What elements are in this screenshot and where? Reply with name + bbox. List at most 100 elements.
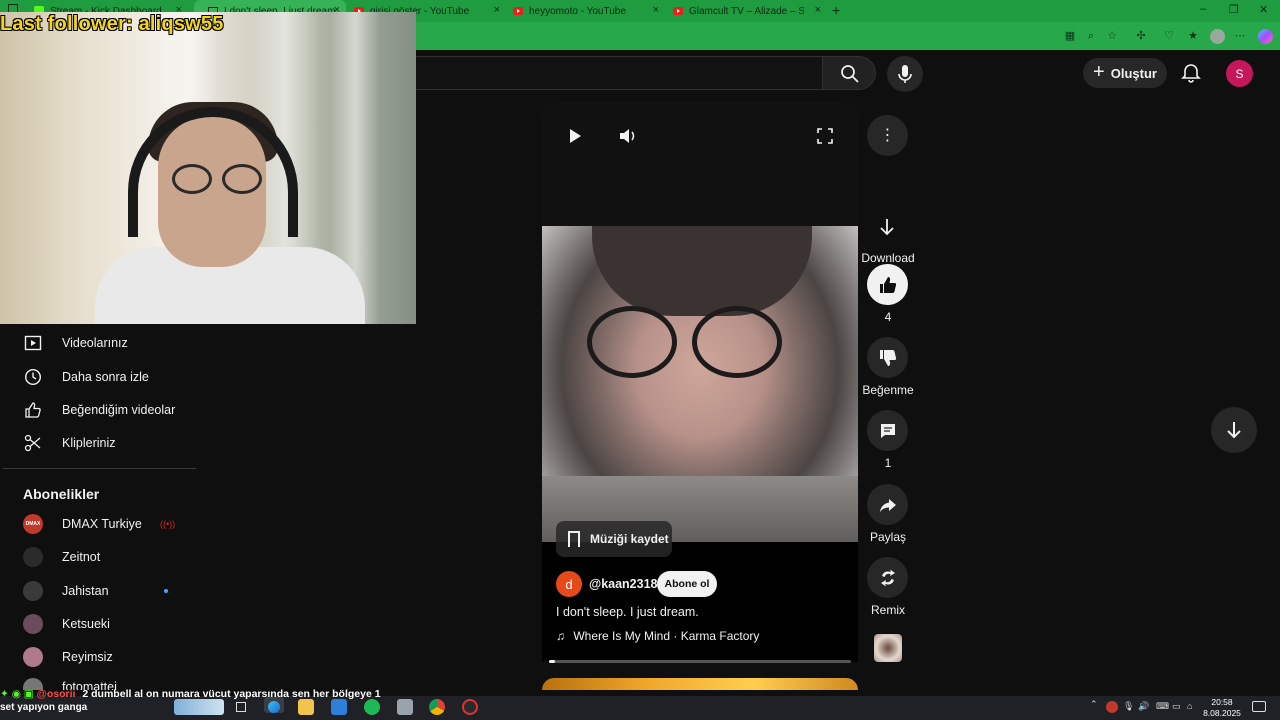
channel-avatar <box>23 614 43 634</box>
subscription-item[interactable]: Zeitnot <box>0 540 200 574</box>
save-music-button[interactable]: Müziği kaydet <box>556 521 672 557</box>
sidebar-item-label: Daha sonra izle <box>62 370 149 384</box>
sidebar-item-your-clips[interactable]: Klipleriniz <box>0 426 200 460</box>
tab-title: Glamcult TV – Alizade – Stop Sm… <box>689 5 804 17</box>
weather-widget[interactable] <box>174 699 224 715</box>
microphone-tray-icon[interactable]: 🎙 <box>1123 701 1134 717</box>
favorite-star-icon[interactable]: ☆ <box>1105 29 1119 43</box>
channel-name: Zeitnot <box>62 550 101 564</box>
voice-search-button[interactable] <box>887 56 923 92</box>
share-label: Paylaş <box>869 530 907 544</box>
remix-label: Remix <box>870 603 905 617</box>
chat-badges: ✦ ◉ ▣ <box>0 688 37 700</box>
youtube-icon <box>513 7 523 15</box>
search-button[interactable] <box>822 56 876 90</box>
zoom-icon[interactable]: ⌕ <box>1084 29 1098 43</box>
favorites-icon[interactable]: ★ <box>1186 29 1200 43</box>
extensions-icon[interactable]: ✣ <box>1134 29 1148 43</box>
more-options-button[interactable]: ⋮ <box>867 115 908 156</box>
subscription-item[interactable]: DMAX DMAX Turkiye ((•)) <box>0 507 200 541</box>
notifications-center-icon[interactable] <box>1252 701 1266 712</box>
file-explorer-icon[interactable] <box>298 699 314 715</box>
webcam-overlay <box>0 12 416 324</box>
new-tab-button[interactable]: + <box>832 2 840 18</box>
edge-taskbar-icon[interactable] <box>264 697 284 713</box>
subscription-item[interactable]: Ketsueki <box>0 607 200 641</box>
thumb-up-icon <box>879 276 896 293</box>
tray-app-icon[interactable] <box>1106 701 1118 713</box>
sidebar-item-watch-later[interactable]: Daha sonra izle <box>0 360 200 394</box>
taskbar-clock[interactable]: 20:58 8.08.2025 <box>1200 697 1244 719</box>
more-menu-icon[interactable]: ⋯ <box>1233 29 1247 43</box>
create-button[interactable]: + Oluştur <box>1083 58 1167 88</box>
stream-now-text: set yapıyon ganga <box>0 702 88 713</box>
music-link[interactable]: ♫ Where Is My Mind · Karma Factory <box>556 629 759 643</box>
sidebar-item-liked-videos[interactable]: Beğendiğim videolar <box>0 393 200 427</box>
tab-close-icon[interactable]: × <box>815 4 821 16</box>
remix-button[interactable] <box>867 557 908 598</box>
clock-time: 20:58 <box>1211 697 1233 707</box>
language-icon[interactable]: ⌨ <box>1156 701 1169 717</box>
channel-avatar: DMAX <box>23 514 43 534</box>
volume-icon <box>620 129 635 143</box>
volume-tray-icon[interactable]: 🔊 <box>1138 701 1150 717</box>
progress-fill <box>549 660 556 663</box>
share-button[interactable] <box>867 484 908 525</box>
music-title: Where Is My Mind · Karma Factory <box>573 629 760 643</box>
sidebar-item-your-videos[interactable]: Videolarınız <box>0 326 200 360</box>
subscriptions-heading: Abonelikler <box>23 486 100 502</box>
channel-name: DMAX Turkiye <box>62 517 142 531</box>
comments-button[interactable] <box>867 410 908 451</box>
maximize-button[interactable]: ❐ <box>1229 3 1239 16</box>
browser-essentials-icon[interactable]: ♡ <box>1162 29 1176 43</box>
subscribe-button[interactable]: Abone ol <box>657 571 717 597</box>
channel-handle[interactable]: @kaan2318 <box>589 577 658 591</box>
tab-close-icon[interactable]: × <box>653 4 659 16</box>
progress-bar[interactable] <box>549 660 851 663</box>
next-short-preview[interactable] <box>542 678 858 690</box>
dislike-label: Beğenme <box>862 383 914 397</box>
volume-button[interactable] <box>617 125 639 147</box>
channel-avatar[interactable]: d <box>556 571 582 597</box>
channel-name: Jahistan <box>62 584 109 598</box>
remix-icon <box>880 569 895 586</box>
chevron-up-icon[interactable]: ⌃ <box>1090 699 1100 715</box>
tab-heyyomoto[interactable]: heyyomoto - YouTube × <box>513 0 663 22</box>
like-button[interactable] <box>867 264 908 305</box>
close-window-button[interactable]: ✕ <box>1259 3 1268 16</box>
search-icon <box>841 65 859 83</box>
tab-glamcult[interactable]: Glamcult TV – Alizade – Stop Sm… × <box>673 0 823 22</box>
fullscreen-button[interactable] <box>814 125 836 147</box>
notifications-button[interactable] <box>1178 60 1204 86</box>
youtube-icon <box>673 7 683 15</box>
spotify-icon[interactable] <box>364 699 380 715</box>
account-avatar[interactable]: S <box>1226 60 1253 87</box>
battery-icon[interactable]: ▭ <box>1172 701 1184 717</box>
microphone-icon <box>898 65 912 83</box>
last-follower-text: Last follower: aliqsw55 <box>0 13 224 35</box>
task-view-icon[interactable] <box>233 699 249 715</box>
store-icon[interactable] <box>331 699 347 715</box>
split-screen-icon[interactable]: ▦ <box>1063 29 1077 43</box>
sound-thumbnail[interactable] <box>874 634 902 662</box>
tab-close-icon[interactable]: × <box>494 4 500 16</box>
subscription-item[interactable]: Jahistan <box>0 574 200 608</box>
channel-avatar <box>23 581 43 601</box>
play-button[interactable] <box>564 125 586 147</box>
profile-icon[interactable] <box>1210 29 1225 44</box>
channel-avatar <box>23 647 43 667</box>
search-input[interactable] <box>416 56 823 90</box>
dislike-button[interactable] <box>867 337 908 378</box>
subscription-item[interactable]: Reyimsiz <box>0 640 200 674</box>
minimize-button[interactable]: – <box>1200 3 1206 15</box>
network-icon[interactable]: ⌂ <box>1187 701 1199 717</box>
bookmark-icon <box>568 531 580 547</box>
download-button[interactable] <box>874 214 900 240</box>
calculator-icon[interactable] <box>397 699 413 715</box>
player-top-bar <box>542 102 858 226</box>
play-icon <box>570 129 581 143</box>
copilot-icon[interactable] <box>1258 29 1273 44</box>
obs-icon[interactable] <box>462 699 478 715</box>
next-video-button[interactable] <box>1211 407 1257 453</box>
chrome-icon[interactable] <box>429 699 445 715</box>
